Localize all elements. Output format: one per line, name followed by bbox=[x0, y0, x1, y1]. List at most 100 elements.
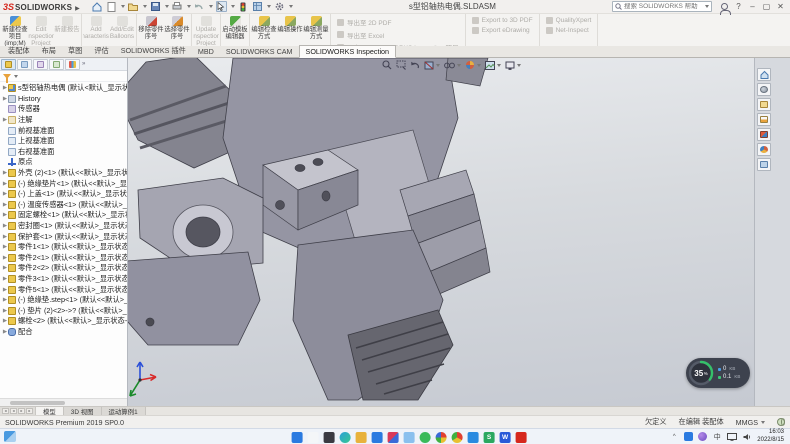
ribbon-button[interactable]: Add/Edit Balloons bbox=[109, 15, 135, 46]
export-menu-item[interactable]: Export eDrawing bbox=[472, 27, 533, 34]
tree-horizontal-scrollbar[interactable] bbox=[0, 398, 127, 406]
file-explorer-icon[interactable] bbox=[757, 113, 771, 126]
tree-item[interactable]: ▶ 零件1<1> (默认<<默认>_显示状态- bbox=[2, 242, 127, 253]
rebuild-traffic-light-icon[interactable] bbox=[238, 1, 249, 12]
ribbon-tab[interactable]: 草图 bbox=[62, 45, 88, 57]
publish-menu-item[interactable]: Net-Inspect bbox=[546, 27, 592, 34]
ribbon-button[interactable]: Add Characteristic bbox=[83, 15, 109, 46]
undo-caret-icon[interactable] bbox=[209, 5, 213, 8]
ribbon-button[interactable]: 编辑测量方式 bbox=[303, 15, 329, 46]
print-caret-icon[interactable] bbox=[187, 5, 191, 8]
ime-indicator[interactable]: 中 bbox=[712, 432, 722, 442]
ribbon-button[interactable]: 选择零件序号 bbox=[164, 15, 190, 46]
featuremanager-tab[interactable] bbox=[1, 59, 16, 70]
taskbar-icon[interactable] bbox=[404, 432, 415, 443]
save-icon[interactable] bbox=[150, 1, 161, 12]
new-document-icon[interactable] bbox=[106, 1, 117, 12]
tree-root-item[interactable]: ▶ s型铝轴热电偶 (默认<默认_显示状态-1> bbox=[2, 83, 127, 94]
ribbon-tab[interactable]: 评估 bbox=[88, 45, 114, 57]
tree-item[interactable]: ▶ (-) 垫片 (2)<2>->? (默认<<默认>_ bbox=[2, 305, 127, 316]
ribbon-tab[interactable]: 布局 bbox=[36, 45, 62, 57]
ribbon-tab[interactable]: SOLIDWORKS Inspection bbox=[299, 45, 397, 58]
taskbar-icon[interactable] bbox=[436, 432, 447, 443]
tab-nav-next-icon[interactable]: ▸ bbox=[18, 408, 25, 414]
taskbar-clock[interactable]: 16:03 2022/8/15 bbox=[757, 429, 784, 443]
taskbar-icon[interactable]: W bbox=[500, 432, 511, 443]
configurationmanager-tab[interactable] bbox=[33, 59, 48, 70]
undo-icon[interactable] bbox=[194, 1, 205, 12]
save-caret-icon[interactable] bbox=[165, 5, 169, 8]
ribbon-tab[interactable]: SOLIDWORKS 插件 bbox=[115, 45, 192, 57]
open-icon[interactable] bbox=[128, 1, 139, 12]
ribbon-button[interactable]: 新建报告 bbox=[54, 15, 80, 46]
options-gear-icon[interactable] bbox=[274, 1, 285, 12]
print-icon[interactable] bbox=[172, 1, 183, 12]
export-menu-item[interactable]: Export to 3D PDF bbox=[472, 17, 533, 24]
ribbon-button[interactable]: 编辑操作 bbox=[277, 15, 303, 46]
minimize-button[interactable]: – bbox=[746, 1, 759, 13]
document-tab[interactable]: 运动算例1 bbox=[102, 407, 146, 415]
tree-item[interactable]: ▶ (-) 上盖<1> (默认<<默认>_显示状态 bbox=[2, 189, 127, 200]
display-settings-icon[interactable] bbox=[252, 1, 263, 12]
ribbon-button[interactable]: 移除零件序号 bbox=[138, 15, 164, 46]
scene-icon[interactable] bbox=[485, 61, 501, 70]
tree-item[interactable]: ▶ 上视基准面 bbox=[2, 136, 127, 147]
ribbon-button[interactable]: Update Inspection Project bbox=[193, 15, 219, 46]
search-caret-icon[interactable] bbox=[705, 5, 709, 8]
taskbar-icon[interactable] bbox=[452, 432, 463, 443]
vieworient-caret-icon[interactable] bbox=[517, 64, 521, 67]
account-button[interactable] bbox=[718, 1, 731, 13]
ribbon-button[interactable]: Edit Inspection Project bbox=[28, 15, 54, 46]
design-library-icon[interactable] bbox=[757, 98, 771, 111]
section-caret-icon[interactable] bbox=[436, 64, 440, 67]
tab-nav-last-icon[interactable]: ▸ bbox=[26, 408, 33, 414]
3d-content-icon[interactable] bbox=[757, 83, 771, 96]
ribbon-tab[interactable]: SOLIDWORKS CAM bbox=[220, 46, 299, 57]
taskbar-icon[interactable] bbox=[340, 432, 351, 443]
displaymanager-tab[interactable] bbox=[65, 59, 80, 70]
filter-caret-icon[interactable] bbox=[14, 75, 18, 78]
tab-nav-first-icon[interactable]: ◂ bbox=[2, 408, 9, 414]
zoom-fit-icon[interactable] bbox=[382, 60, 392, 70]
tree-item[interactable]: ▶ 外壳 (2)<1> (默认<<默认>_显示状态 bbox=[2, 168, 127, 179]
taskbar-icon[interactable] bbox=[308, 432, 319, 443]
cad-model[interactable] bbox=[128, 58, 752, 406]
tree-item[interactable]: ▶ 保护套<1> (默认<<默认>_显示状态 bbox=[2, 231, 127, 242]
logo-flyout-arrow-icon[interactable]: ▶ bbox=[75, 5, 80, 12]
appearance-icon[interactable] bbox=[465, 60, 481, 70]
help-button[interactable]: ? bbox=[732, 1, 745, 13]
graphics-viewport[interactable]: 35% 0KB 0.1KB bbox=[128, 58, 754, 406]
custom-properties-icon[interactable] bbox=[757, 158, 771, 171]
tree-item[interactable]: ▶ History bbox=[2, 94, 127, 105]
tree-item[interactable]: ▶ 螺栓<2> (默认<<默认>_显示状态- bbox=[2, 316, 127, 327]
taskbar-icon[interactable] bbox=[372, 432, 383, 443]
scene-caret-icon[interactable] bbox=[497, 64, 501, 67]
restore-button[interactable]: ▢ bbox=[760, 1, 773, 13]
view-orientation-icon[interactable] bbox=[505, 61, 521, 70]
widgets-icon[interactable] bbox=[4, 431, 16, 442]
open-caret-icon[interactable] bbox=[143, 5, 147, 8]
options-caret-icon[interactable] bbox=[289, 5, 293, 8]
tree-item[interactable]: ▶ 传感器 bbox=[2, 104, 127, 115]
ribbon-button[interactable]: 启动模板编辑器 bbox=[222, 15, 248, 46]
tree-item[interactable]: ▶ 注解 bbox=[2, 115, 127, 126]
select-cursor-icon[interactable] bbox=[216, 1, 227, 12]
network-monitor-icon[interactable] bbox=[727, 432, 737, 442]
tree-item[interactable]: ▶ (-) 绝缘垫.step<1> (默认<<默认>_ bbox=[2, 295, 127, 306]
previous-view-icon[interactable] bbox=[410, 61, 420, 70]
tree-item[interactable]: ▶ 右视基准面 bbox=[2, 147, 127, 158]
view-palette-icon[interactable] bbox=[757, 128, 771, 141]
tree-item[interactable]: ▶ 固定螺栓<1> (默认<<默认>_显示状 bbox=[2, 210, 127, 221]
ribbon-button[interactable]: 编辑检查方式 bbox=[251, 15, 277, 46]
tray-shield-icon[interactable] bbox=[684, 432, 693, 441]
tree-item[interactable]: ▶ 零件3<1> (默认<<默认>_显示状态- bbox=[2, 274, 127, 285]
new-caret-icon[interactable] bbox=[121, 5, 125, 8]
zoom-area-icon[interactable] bbox=[396, 60, 406, 70]
ribbon-tab[interactable]: 装配体 bbox=[2, 45, 36, 57]
tree-item[interactable]: ▶ 零件2<2> (默认<<默认>_显示状态- bbox=[2, 263, 127, 274]
ribbon-tab[interactable]: MBD bbox=[192, 46, 220, 57]
hide-show-items-icon[interactable] bbox=[444, 61, 461, 69]
tree-item[interactable]: ▶ (-) 绝缘垫片<1> (默认<<默认>_显示 bbox=[2, 178, 127, 189]
export-menu-item[interactable]: 导出至 Excel bbox=[337, 30, 459, 40]
globe-icon[interactable] bbox=[777, 418, 785, 426]
